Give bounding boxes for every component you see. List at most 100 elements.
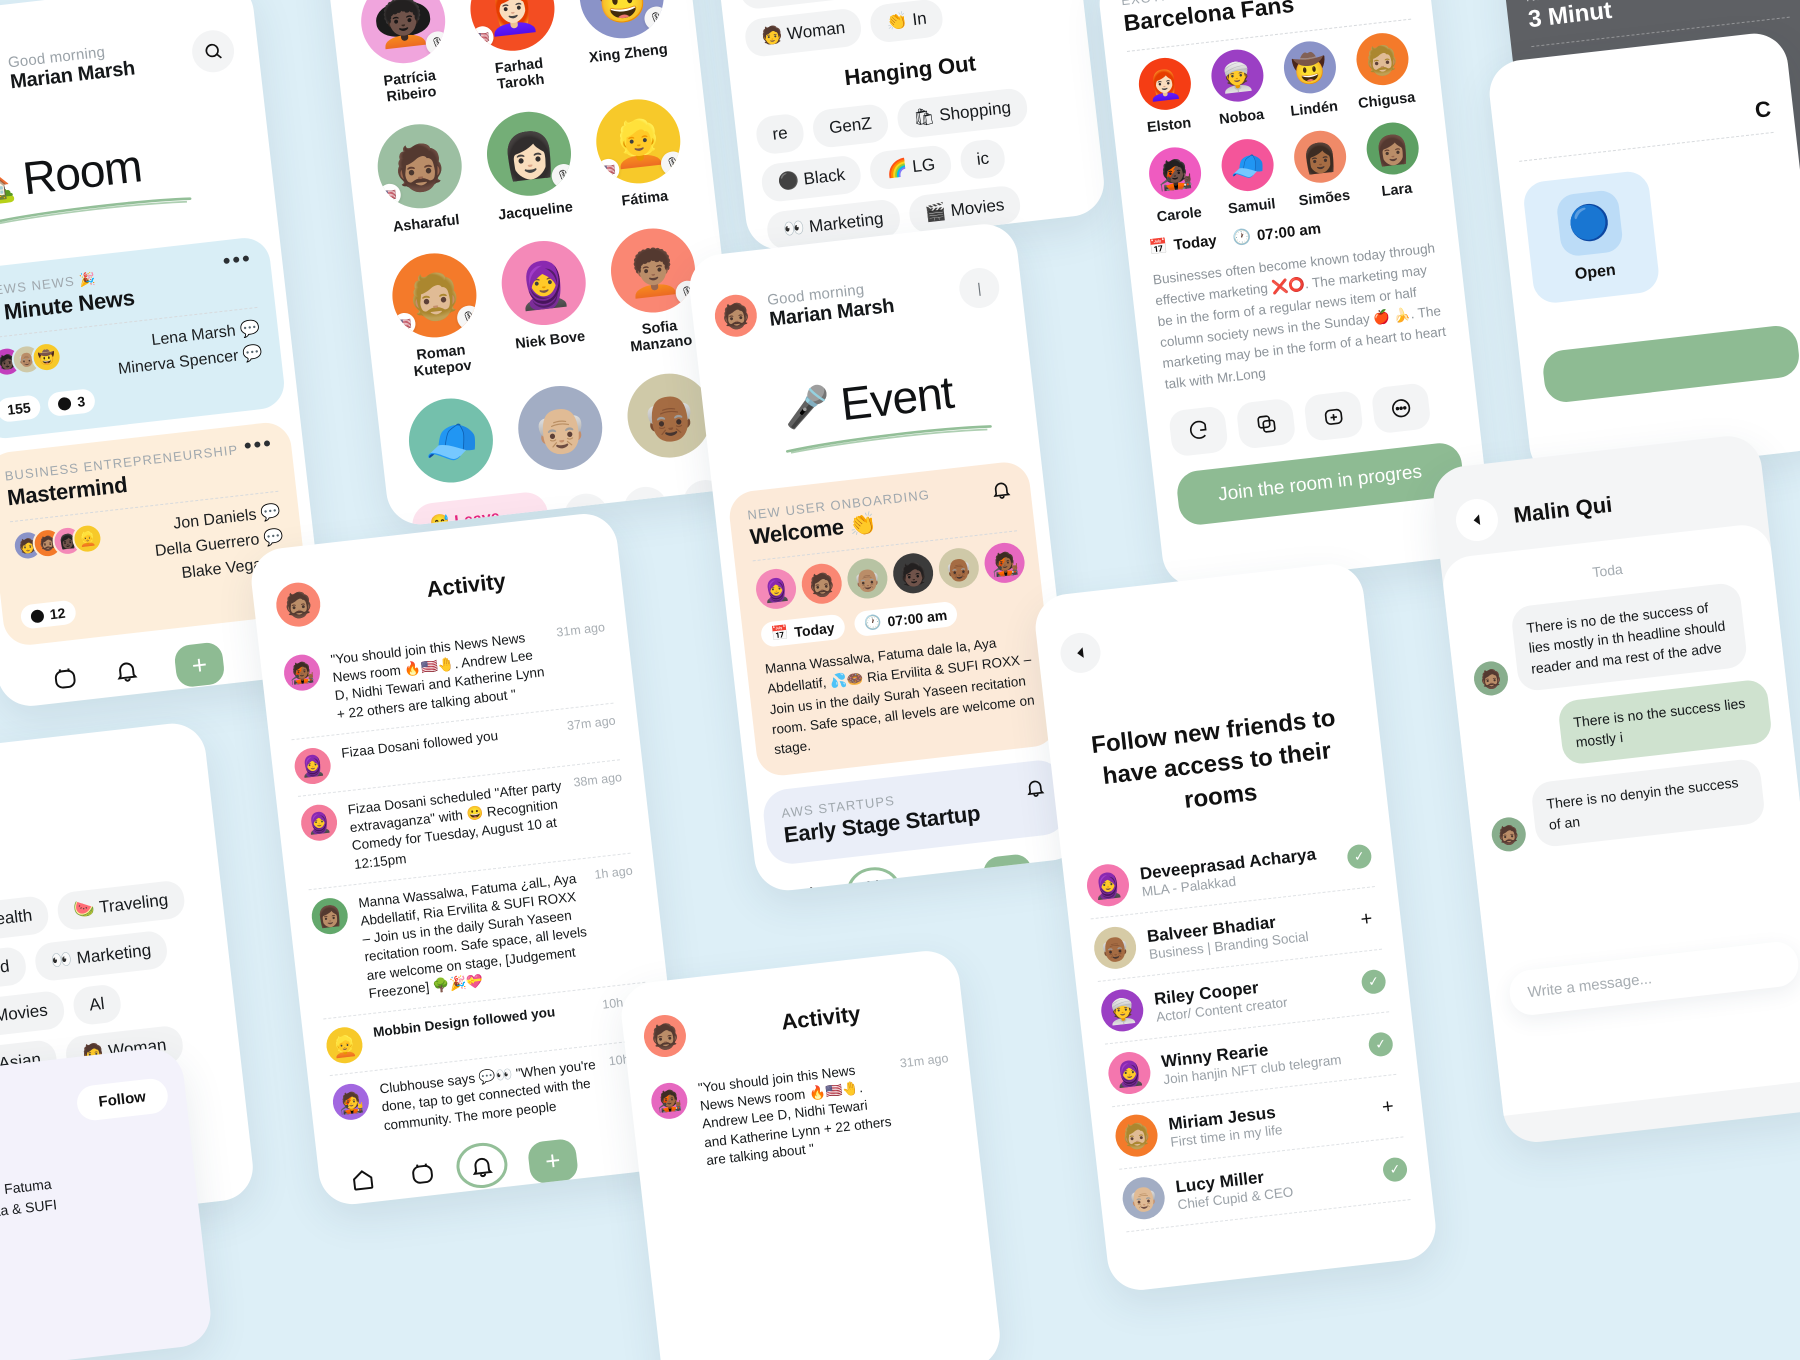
speaker-count: 3 <box>76 393 86 410</box>
interest-chip[interactable]: re <box>754 112 806 156</box>
interest-chip[interactable]: 🎬 Movies <box>0 989 66 1041</box>
member-tile[interactable]: 👩🏻 🎙 Jacqueline <box>477 107 585 225</box>
member-tile[interactable]: 🤠 🎙 Xing Zheng <box>569 0 678 83</box>
bell-icon[interactable] <box>1023 776 1048 805</box>
member-tile[interactable]: 🧕 Niek Bove <box>491 236 600 370</box>
bell-icon[interactable] <box>921 868 950 894</box>
event-date: Today <box>1172 231 1218 254</box>
member-tile[interactable]: 👩🏻‍🦰 Elston <box>1128 54 1203 137</box>
screen-follow-friends[interactable]: Follow new friends to have access to the… <box>1032 560 1440 1294</box>
follow-button[interactable]: Follow <box>74 1077 170 1123</box>
screen-members[interactable]: 🧑🏿‍🦱 🎙 Patrícia Ribeiro 👩🏻‍🦰 🇺🇸 Farhad T… <box>318 0 749 528</box>
create-room-button[interactable]: + <box>526 1137 580 1185</box>
interest-chip[interactable]: 👏 In <box>868 0 945 44</box>
home-icon[interactable] <box>798 882 827 894</box>
interest-chip[interactable]: 👀 Marketing <box>33 929 170 983</box>
calendar-icon[interactable] <box>408 1159 437 1193</box>
member-tile[interactable]: 🤠 Lindén <box>1273 38 1348 121</box>
screen-interests[interactable]: 🦋 Covid-19 🤘 Asian 🧑 Woman 👏 In Hanging … <box>700 0 1108 254</box>
avatar: 🤠 <box>1280 38 1339 97</box>
screen-activity[interactable]: 🧔🏽 Activity 🧑🏾‍🎤 "You should join this N… <box>248 510 689 1208</box>
event-card[interactable]: NEW USER ONBOARDING Welcome 👏 🧕 🧔🏽 👴🏽 🧑🏿… <box>726 459 1060 779</box>
avatar: 👱 🇺🇸 🎙 <box>591 94 685 188</box>
member-tile[interactable]: 👴🏼 <box>508 381 613 475</box>
interest-chip[interactable]: GenZ <box>811 102 890 150</box>
interest-chip[interactable]: 🌈 LG <box>868 143 954 191</box>
activity-text: Fizaa Dosani scheduled "After party extr… <box>346 777 563 872</box>
screen-event[interactable]: 🧔🏽 Good morning Marian Marsh | 🎤 Event N… <box>686 220 1087 894</box>
member-tile[interactable]: 👩🏽 Lara <box>1356 119 1431 202</box>
home-icon[interactable] <box>348 1166 377 1200</box>
interest-chip[interactable]: 🛍 Shopping <box>895 86 1029 140</box>
interest-chip[interactable]: Al <box>71 983 123 1027</box>
follow-plus-icon[interactable]: + <box>1353 906 1380 933</box>
more-circle-icon[interactable] <box>1370 381 1432 434</box>
page-title: Activity <box>779 1000 862 1035</box>
avatar: 👩🏻 🎙 <box>482 107 576 201</box>
member-name: Noboa <box>1218 106 1265 128</box>
continue-button[interactable] <box>1541 323 1800 405</box>
member-tile[interactable]: 🧔🏽 🇺🇸 Asharaful <box>367 119 475 237</box>
member-tile[interactable]: 🧢 Samuil <box>1211 135 1286 218</box>
calendar-icon-active[interactable] <box>847 867 901 894</box>
following-check-icon[interactable]: ✓ <box>1367 1031 1395 1058</box>
member-tile[interactable]: 👩🏻‍🦰 🇺🇸 Farhad Tarokh <box>460 0 569 96</box>
avatar: 👴🏽 <box>845 556 890 601</box>
more-options-icon[interactable]: ••• <box>242 430 274 458</box>
search-icon[interactable] <box>189 28 237 75</box>
member-tile[interactable]: 👩🏾 Simões <box>1283 127 1358 210</box>
profile-menu-button[interactable]: | <box>957 265 1002 311</box>
follow-plus-icon[interactable]: + <box>1375 1094 1402 1121</box>
interest-chip[interactable]: ❤️ Health <box>0 894 51 945</box>
activity-time: 31m ago <box>555 620 606 640</box>
calendar-icon[interactable] <box>51 663 80 697</box>
back-arrow-icon[interactable] <box>1058 630 1103 675</box>
avatar: 🧑🏾‍🎤 <box>282 652 322 693</box>
activity-row[interactable]: 🧑🏾‍🎤 "You should join this News News New… <box>648 1041 959 1185</box>
back-arrow-icon[interactable] <box>1453 496 1501 544</box>
avatar: 👩🏻‍🦰 🇺🇸 <box>465 0 559 56</box>
following-check-icon[interactable]: ✓ <box>1360 968 1387 996</box>
screen-open-tile[interactable]: C 🔵 Open <box>1486 30 1800 482</box>
bell-icon[interactable] <box>989 478 1014 507</box>
member-tile[interactable]: 👳 Noboa <box>1201 46 1276 129</box>
mic-icon: 🎙 <box>659 150 685 177</box>
member-tile[interactable]: 👱 🇺🇸 🎙 Fátima <box>586 94 694 212</box>
calendar-plus-icon[interactable] <box>1303 389 1364 442</box>
avatar: 🧔🏽 <box>273 580 323 629</box>
copy-icon[interactable] <box>1235 397 1297 450</box>
join-room-button[interactable]: Join the room in progres <box>1174 440 1466 527</box>
interest-chip[interactable]: ic <box>958 137 1008 181</box>
message-input[interactable]: Write a message... <box>1507 939 1800 1018</box>
member-tile[interactable]: 🧑🏿‍🦱 🎙 Patrícia Ribeiro <box>351 0 460 108</box>
screen-follow-strip[interactable]: pers Follow ri, Ali Khalid, Fatuma ri, R… <box>0 1045 215 1360</box>
room-card[interactable]: NEWS NEWS 🎉 3 Minute News ••• 🧑🏿 👴🏽 🤠 Le… <box>0 235 287 441</box>
screen-chat[interactable]: Malin Qui Toda 🧔🏽 There is no de the suc… <box>1430 432 1800 1146</box>
interest-chip[interactable]: ⚫ Black <box>759 154 864 204</box>
member-name: Lara <box>1380 180 1414 201</box>
speaker-count: 12 <box>48 604 67 623</box>
member-tile[interactable]: 🧔🏼 🇺🇸 🎙 Roman Kutepov <box>382 248 491 382</box>
share-icon[interactable] <box>1167 404 1229 457</box>
create-room-button[interactable]: + <box>173 641 226 689</box>
raise-hand-icon[interactable] <box>621 484 671 528</box>
member-tile[interactable]: 🧔🏼 Chigusa <box>1346 30 1421 113</box>
page-heading: Follow new friends to have access to the… <box>1089 704 1337 814</box>
member-tile[interactable]: 🧢 <box>398 393 503 487</box>
interest-chip[interactable]: 🧑 Woman <box>743 7 864 59</box>
following-check-icon[interactable]: ✓ <box>1346 843 1373 871</box>
more-options-icon[interactable]: ••• <box>221 245 253 273</box>
member-tile[interactable]: 🧑🏿‍🎤 Carole <box>1138 144 1213 227</box>
event-description: Manna Wassalwa, Fatuma dale la, Aya Abde… <box>764 635 1036 758</box>
open-tile[interactable]: 🔵 Open <box>1521 169 1661 305</box>
following-check-icon[interactable]: ✓ <box>1381 1156 1409 1184</box>
interest-chip[interactable]: 🍏 Ed <box>0 945 28 993</box>
interest-chip[interactable]: 🍉 Traveling <box>55 879 187 932</box>
avatar: 🧢 <box>404 393 498 487</box>
create-room-button[interactable]: + <box>981 853 1035 894</box>
bell-icon[interactable] <box>112 656 141 690</box>
screen-activity-secondary[interactable]: 🧔🏽 Activity 🧑🏾‍🎤 "You should join this N… <box>618 947 1004 1360</box>
activity-time: 1h ago <box>593 863 634 882</box>
avatar: 🧑🏿‍🦱 🎙 <box>356 0 450 68</box>
bell-icon-active[interactable] <box>456 1143 508 1189</box>
